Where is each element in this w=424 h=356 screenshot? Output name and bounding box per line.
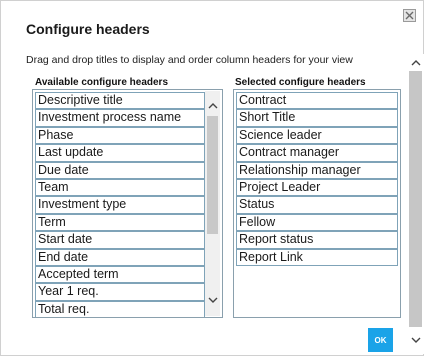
instructions-text: Drag and drop titles to display and orde…	[26, 54, 353, 66]
list-item[interactable]: Short Title	[236, 109, 398, 127]
list-item[interactable]: Total req.	[35, 300, 205, 317]
list-item[interactable]: Science leader	[236, 126, 398, 145]
list-item[interactable]: End date	[35, 248, 205, 266]
list-item[interactable]: Year 1 req.	[35, 283, 205, 301]
list-item[interactable]: Due date	[35, 161, 205, 179]
close-icon	[405, 11, 414, 20]
list-item[interactable]: Descriptive title	[35, 92, 205, 110]
scroll-up-button[interactable]	[207, 98, 218, 112]
selected-items: Contract Short Title Science leader Contrac…	[236, 92, 398, 266]
selected-headers-label: Selected configure headers	[235, 77, 366, 88]
list-item[interactable]: Phase	[35, 126, 205, 145]
list-item[interactable]: Fellow	[236, 213, 398, 232]
list-item[interactable]: Report status	[236, 231, 398, 249]
list-item[interactable]: Contract manager	[236, 144, 398, 162]
ok-button[interactable]: OK	[368, 328, 393, 352]
chevron-down-icon	[208, 297, 217, 303]
list-item[interactable]: Team	[35, 178, 205, 197]
available-items: Descriptive title Investment process name…	[35, 92, 205, 317]
chevron-up-icon	[208, 102, 217, 108]
configure-headers-dialog: Configure headers Drag and drop titles t…	[0, 0, 424, 356]
chevron-down-icon	[411, 337, 420, 343]
list-item[interactable]: Investment process name	[35, 109, 205, 127]
list-item[interactable]: Project Leader	[236, 178, 398, 197]
list-item[interactable]: Relationship manager	[236, 161, 398, 179]
chevron-up-icon	[411, 59, 420, 65]
dialog-title: Configure headers	[26, 21, 150, 37]
scroll-thumb[interactable]	[207, 116, 218, 234]
list-item[interactable]: Contract	[236, 92, 398, 110]
list-item[interactable]: Accepted term	[35, 265, 205, 284]
dialog-scroll-up-button[interactable]	[410, 56, 421, 68]
available-headers-list[interactable]: Descriptive title Investment process name…	[32, 89, 223, 318]
list-item[interactable]: Status	[236, 196, 398, 214]
available-headers-label: Available configure headers	[35, 77, 169, 88]
list-item[interactable]: Term	[35, 213, 205, 232]
list-item[interactable]: Investment type	[35, 196, 205, 214]
list-item[interactable]: Start date	[35, 231, 205, 249]
list-item[interactable]: Last update	[35, 144, 205, 162]
dialog-scrollbar[interactable]	[407, 54, 424, 354]
dialog-scroll-down-button[interactable]	[410, 334, 421, 346]
list-item[interactable]: Report Link	[236, 248, 398, 266]
selected-headers-list[interactable]: Contract Short Title Science leader Contrac…	[233, 89, 401, 318]
close-button[interactable]	[403, 9, 416, 22]
available-list-scrollbar[interactable]	[205, 91, 220, 316]
dialog-scroll-thumb[interactable]	[409, 71, 422, 327]
scroll-down-button[interactable]	[207, 293, 218, 307]
